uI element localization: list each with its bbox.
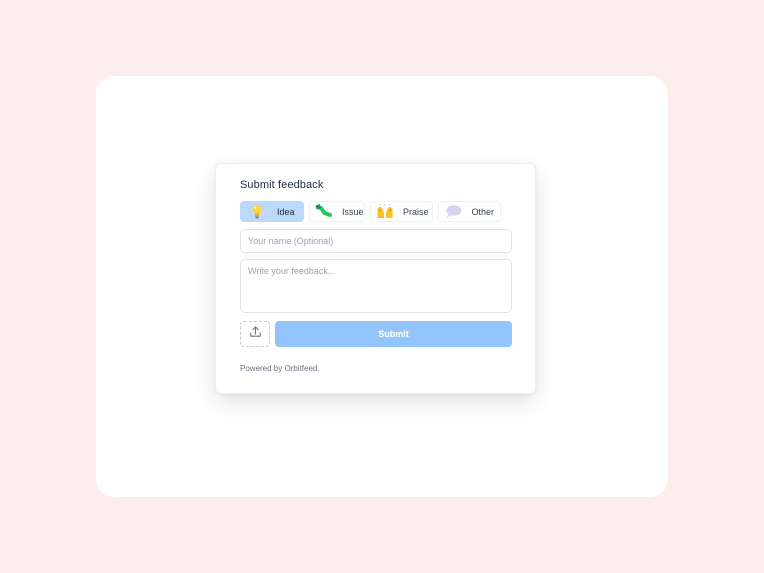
bug-icon (315, 204, 333, 220)
speech-bubble-icon (444, 204, 462, 220)
type-praise-label: Praise (403, 206, 429, 217)
upload-button[interactable] (240, 321, 270, 347)
feedback-textarea[interactable] (240, 259, 512, 313)
name-input[interactable] (240, 229, 512, 253)
widget-title: Submit feedback (240, 179, 324, 191)
type-other-label: Other (471, 206, 494, 217)
submit-button[interactable]: Submit (275, 321, 512, 347)
type-other-button[interactable]: Other (438, 201, 501, 222)
type-praise-button[interactable]: Praise (370, 201, 433, 222)
upload-icon (249, 325, 262, 343)
powered-by-text: Powered by Orbitfeed. (240, 364, 320, 373)
feedback-type-selector: Idea Issue Praise Other (240, 201, 501, 222)
type-idea-button[interactable]: Idea (240, 201, 304, 222)
type-idea-label: Idea (277, 206, 295, 217)
type-issue-label: Issue (342, 206, 364, 217)
feedback-widget: Submit feedback Idea Issue Praise Other … (215, 163, 536, 394)
lightbulb-icon (246, 204, 268, 220)
raised-hands-icon (376, 204, 394, 220)
type-issue-button[interactable]: Issue (309, 201, 365, 222)
